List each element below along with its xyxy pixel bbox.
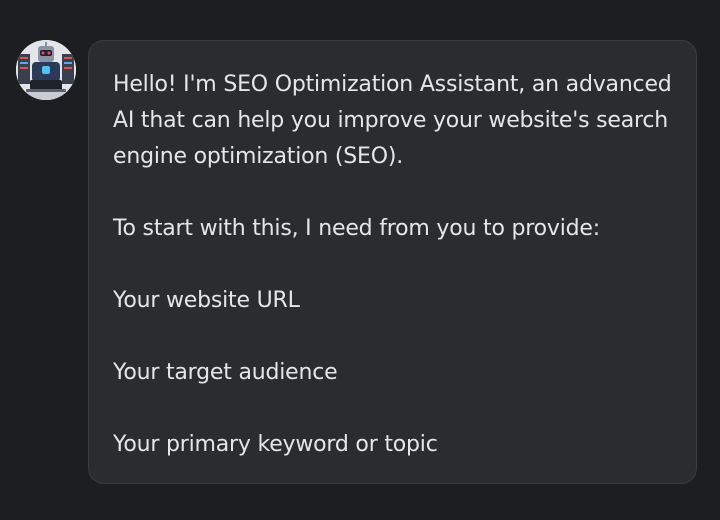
robot-avatar-icon — [16, 40, 76, 100]
assistant-message-bubble: Hello! I'm SEO Optimization Assistant, a… — [88, 40, 697, 484]
message-paragraph-greeting: Hello! I'm SEO Optimization Assistant, a… — [113, 72, 679, 169]
assistant-avatar[interactable] — [16, 40, 76, 100]
message-item-website-url: Your website URL — [113, 288, 300, 313]
chat-message-row: Hello! I'm SEO Optimization Assistant, a… — [0, 0, 720, 520]
message-item-primary-keyword: Your primary keyword or topic — [113, 432, 438, 457]
message-paragraph-request: To start with this, I need from you to p… — [113, 216, 600, 241]
message-item-target-audience: Your target audience — [113, 360, 338, 385]
